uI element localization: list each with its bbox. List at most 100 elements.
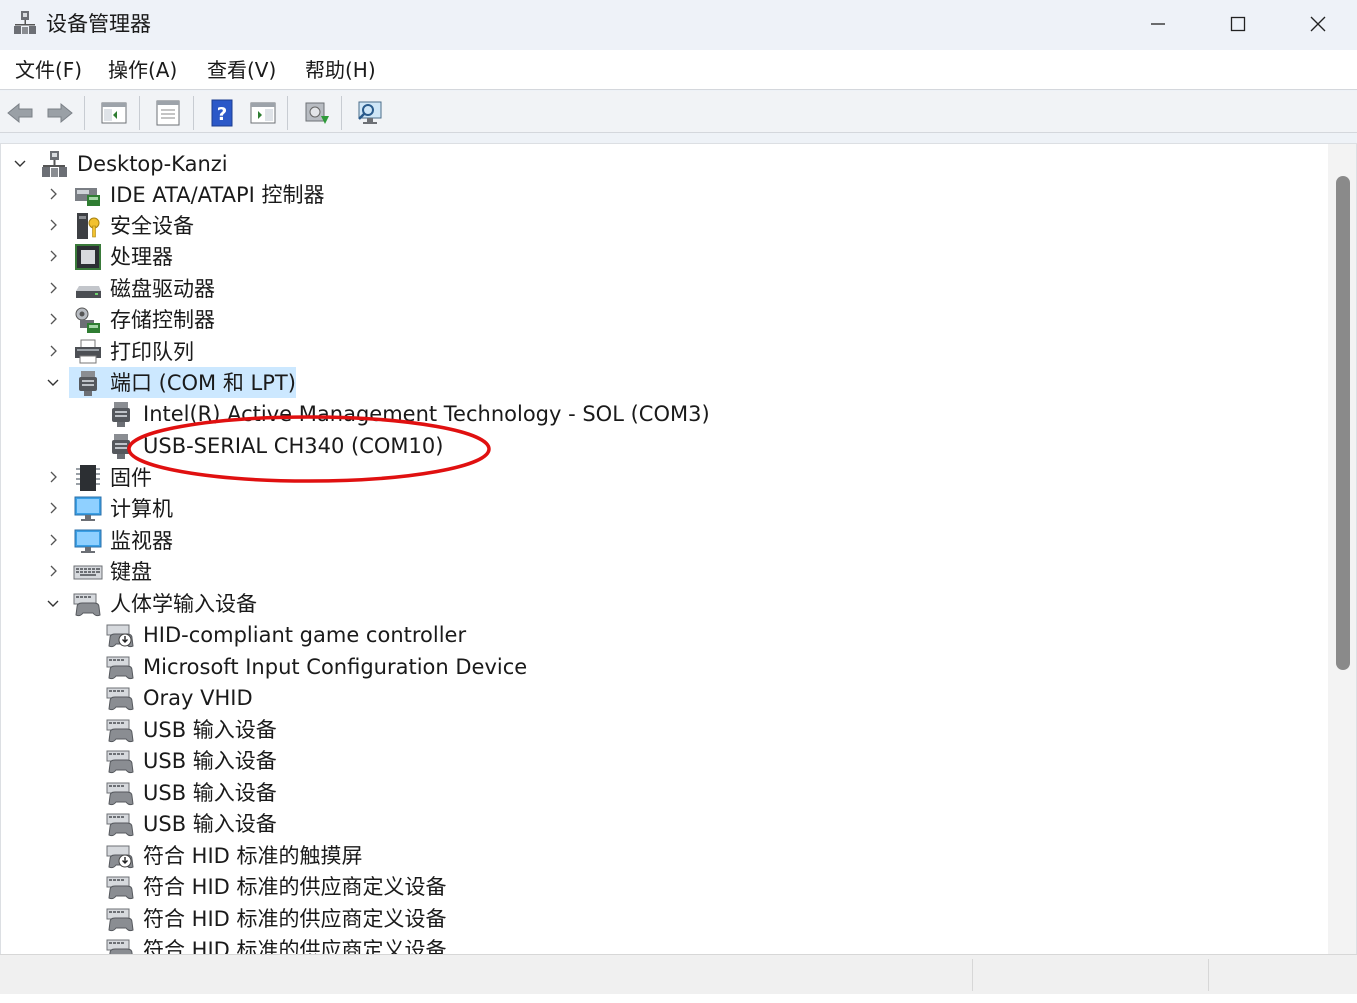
properties-button[interactable] [151,97,185,129]
port-icon [79,371,97,396]
device-tree[interactable]: Desktop-Kanzi IDE ATA/ATAPI 控制器 安全设备 处理器… [0,143,1357,954]
tree-item-disk[interactable]: 磁盘驱动器 [1,273,1321,304]
tree-item-ports[interactable]: 端口 (COM 和 LPT) [1,367,1321,398]
maximize-icon [1230,16,1246,32]
toolbar-separator [287,96,288,130]
security-device-icon [77,213,100,239]
tree-item-ide[interactable]: IDE ATA/ATAPI 控制器 [1,179,1321,210]
tree-item-com10[interactable]: USB-SERIAL CH340 (COM10) [1,430,1321,461]
tree-item-firmware[interactable]: 固件 [1,462,1321,493]
keyboard-icon [73,565,103,580]
tree-item-monitor[interactable]: 监视器 [1,525,1321,556]
action-pane-button[interactable] [246,97,280,129]
tree-item-computer[interactable]: 计算机 [1,493,1321,524]
menu-view[interactable]: 查看(V) [207,57,276,83]
tree-item-hid-vendor-3[interactable]: 符合 HID 标准的供应商定义设备 [1,934,1321,954]
tree-item-label: IDE ATA/ATAPI 控制器 [110,183,325,207]
tree-item-hid-vendor-1[interactable]: 符合 HID 标准的供应商定义设备 [1,871,1321,902]
expand-toggle[interactable] [42,592,64,614]
chevron-right-icon [50,219,57,231]
hid-icon [106,876,134,900]
expand-toggle[interactable] [42,529,64,551]
expand-toggle[interactable] [9,152,31,174]
expand-toggle[interactable] [42,308,64,330]
status-bar [0,954,1357,994]
tree-item-label: 存储控制器 [110,308,215,332]
tree-item-processor[interactable]: 处理器 [1,241,1321,272]
forward-button[interactable] [43,97,77,129]
back-button[interactable] [3,97,37,129]
show-hide-console-tree-icon [101,102,127,124]
computer-icon [74,496,102,521]
expand-toggle[interactable] [42,560,64,582]
chevron-right-icon [50,471,57,483]
tree-root[interactable]: Desktop-Kanzi [1,148,1321,179]
scan-hardware-icon [358,101,382,124]
tree-item-label: 端口 (COM 和 LPT) [110,371,296,395]
expand-toggle[interactable] [42,497,64,519]
minimize-icon [1151,23,1165,25]
toolbar: ? [0,91,1357,133]
chevron-right-icon [50,313,57,325]
tree-item-label: 安全设备 [110,214,194,238]
device-manager-icon [14,11,36,34]
chevron-down-icon [47,379,59,386]
window-title: 设备管理器 [46,12,151,36]
tree-item-oray-vhid[interactable]: Oray VHID [1,682,1321,713]
hid-icon [106,719,134,743]
tree-item-hid-game-controller[interactable]: HID-compliant game controller [1,619,1321,650]
tree-item-security[interactable]: 安全设备 [1,210,1321,241]
forward-arrow-icon [47,102,73,124]
tree-item-label: USB 输入设备 [143,781,277,805]
expand-toggle[interactable] [42,245,64,267]
tree-item-label: USB 输入设备 [143,812,277,836]
tree-item-hid-vendor-2[interactable]: 符合 HID 标准的供应商定义设备 [1,903,1321,934]
chevron-right-icon [50,565,57,577]
tree-item-storage[interactable]: 存储控制器 [1,304,1321,335]
expand-toggle[interactable] [42,466,64,488]
help-button[interactable]: ? [205,97,239,129]
tree-item-label: 打印队列 [110,340,194,364]
expand-toggle[interactable] [42,371,64,393]
vertical-scrollbar[interactable] [1328,144,1356,954]
expand-toggle[interactable] [42,340,64,362]
printer-icon [75,339,101,364]
show-hide-tree-button[interactable] [97,97,131,129]
tree-item-label: 键盘 [110,560,152,584]
tree-item-com3[interactable]: Intel(R) Active Management Technology - … [1,398,1321,429]
tree-item-ms-input-config[interactable]: Microsoft Input Configuration Device [1,651,1321,682]
menu-action[interactable]: 操作(A) [108,57,177,83]
tree-item-usb-input-1[interactable]: USB 输入设备 [1,714,1321,745]
ide-controller-icon [75,188,100,206]
expand-toggle[interactable] [42,277,64,299]
update-driver-button[interactable] [299,97,333,129]
update-driver-icon [305,102,329,124]
tree-item-print-queue[interactable]: 打印队列 [1,336,1321,367]
window-bottom-edge [0,994,1357,1003]
tree-item-keyboard[interactable]: 键盘 [1,556,1321,587]
tree-item-usb-input-4[interactable]: USB 输入设备 [1,808,1321,839]
expand-toggle[interactable] [42,183,64,205]
toolbar-separator [139,96,140,130]
status-panel [1208,959,1357,991]
tree-item-label: 磁盘驱动器 [110,277,215,301]
tree-item-hid[interactable]: 人体学输入设备 [1,588,1321,619]
scrollbar-thumb[interactable] [1336,176,1350,670]
tree-item-label: 计算机 [110,497,173,521]
menu-file[interactable]: 文件(F) [15,57,82,83]
svg-text:?: ? [217,104,227,125]
close-button[interactable] [1278,0,1357,48]
tree-item-hid-touchscreen[interactable]: 符合 HID 标准的触摸屏 [1,840,1321,871]
maximize-button[interactable] [1198,0,1278,48]
chevron-right-icon [50,502,57,514]
tree-item-usb-input-3[interactable]: USB 输入设备 [1,777,1321,808]
tree-item-usb-input-2[interactable]: USB 输入设备 [1,745,1321,776]
scan-hardware-button[interactable] [353,97,387,129]
tree-item-label: Microsoft Input Configuration Device [143,655,528,679]
chevron-down-icon [14,160,26,167]
minimize-button[interactable] [1118,0,1198,48]
tree-item-label: 符合 HID 标准的供应商定义设备 [143,875,447,899]
menu-help[interactable]: 帮助(H) [305,57,376,83]
expand-toggle[interactable] [42,214,64,236]
toolbar-separator [193,96,194,130]
